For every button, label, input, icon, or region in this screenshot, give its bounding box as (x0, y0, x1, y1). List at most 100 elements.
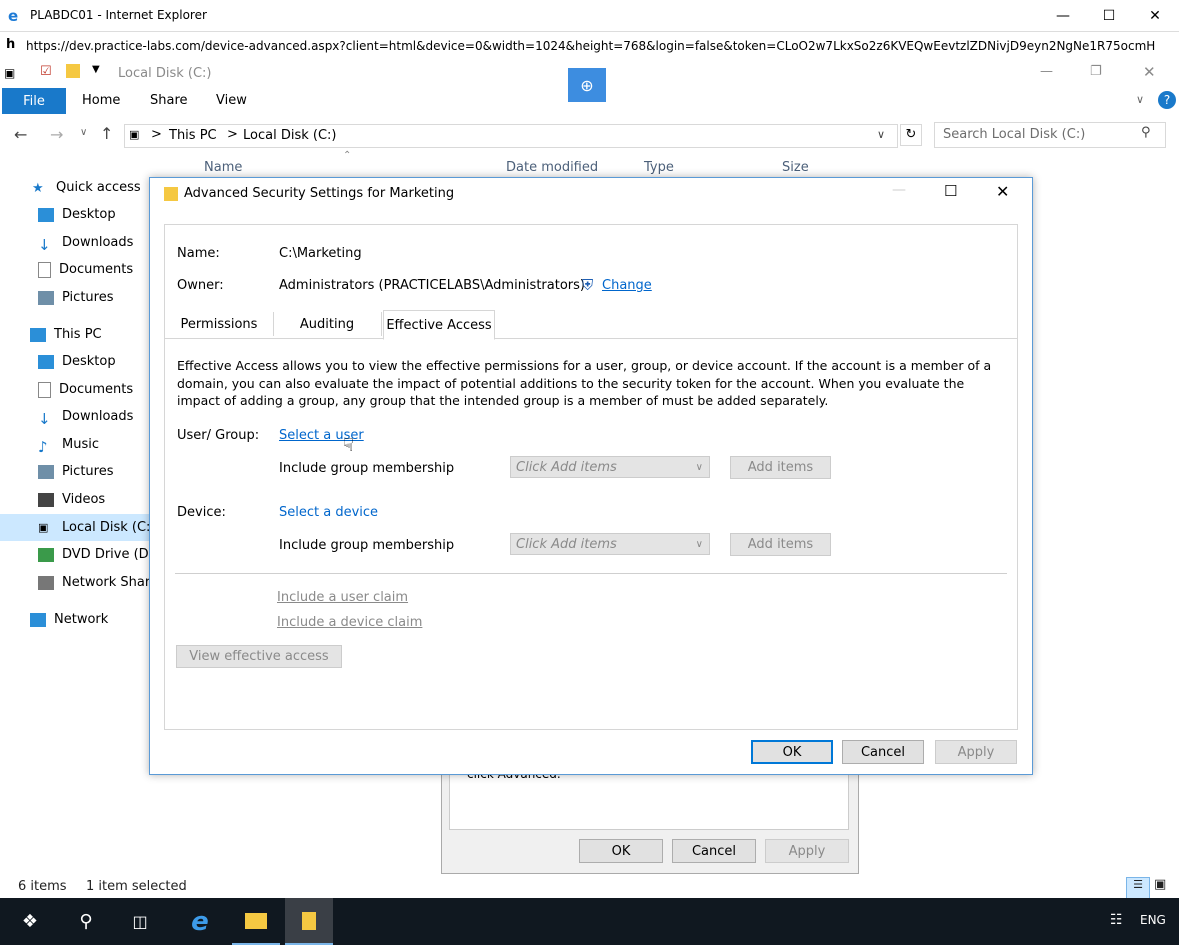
minimize-button[interactable]: — (1040, 0, 1086, 31)
properties-dialog: click Advanced. OK Cancel Apply (441, 767, 859, 874)
column-type[interactable]: Type (644, 160, 674, 175)
close-button[interactable]: ✕ (1132, 0, 1178, 31)
tab-effective-access[interactable]: Effective Access (383, 310, 495, 340)
add-items-button-1[interactable]: Add items (730, 456, 831, 479)
dialog-close-button[interactable]: ✕ (996, 182, 1009, 201)
address-bar[interactable]: h https://dev.practice-labs.com/device-a… (0, 31, 1179, 61)
group-combo-1[interactable]: Click Add items ∨ (510, 456, 710, 478)
properties-cancel-button[interactable]: Cancel (672, 839, 756, 863)
details-view-icon[interactable]: ☰ (1126, 877, 1150, 899)
large-icons-view-icon[interactable]: ▣ (1154, 877, 1166, 892)
include-user-claim-link[interactable]: Include a user claim (277, 590, 408, 605)
document-icon (38, 381, 51, 398)
add-items-button-2[interactable]: Add items (730, 533, 831, 556)
properties-icon[interactable]: ☑ (40, 64, 52, 79)
dialog-maximize-button[interactable]: ☐ (944, 182, 957, 200)
browser-titlebar: e PLABDC01 - Internet Explorer — ☐ ✕ (0, 0, 1179, 31)
music-icon: ♪ (38, 437, 48, 456)
search-icon[interactable]: ⚲ (62, 898, 110, 945)
ie-taskbar-icon[interactable]: e (176, 898, 224, 945)
include-device-claim-link[interactable]: Include a device claim (277, 615, 422, 630)
search-input[interactable]: Search Local Disk (C:) ⚲ (934, 122, 1166, 148)
windows-start-icon[interactable]: ❖ (6, 898, 54, 945)
group-combo-2[interactable]: Click Add items ∨ (510, 533, 710, 555)
include-group-label-2: Include group membership (279, 538, 455, 553)
properties-apply-button[interactable]: Apply (765, 839, 849, 863)
shield-icon: ⛨ (582, 276, 594, 294)
chevron-down-icon[interactable]: ∨ (877, 128, 885, 141)
tab-home[interactable]: Home (82, 93, 120, 108)
name-value: C:\Marketing (279, 246, 362, 261)
folder-icon[interactable] (66, 64, 80, 78)
column-date[interactable]: Date modified (506, 160, 598, 175)
device-label: Device: (177, 505, 226, 520)
drive-icon: ▣ (4, 66, 16, 80)
download-icon: ↓ (38, 235, 51, 254)
apply-button[interactable]: Apply (935, 740, 1017, 764)
refresh-icon[interactable]: ↻ (900, 124, 922, 146)
select-device-link[interactable]: Select a device (279, 505, 378, 520)
ie-logo-icon: e (8, 7, 19, 25)
file-explorer-taskbar-icon[interactable] (232, 898, 280, 945)
properties-panel: click Advanced. (449, 767, 849, 830)
hand-cursor-icon: ☟ (343, 435, 354, 456)
breadcrumb-local-disk[interactable]: Local Disk (C:) (243, 128, 336, 143)
chevron-down-icon[interactable]: ∨ (1136, 93, 1144, 106)
cancel-button[interactable]: Cancel (842, 740, 924, 764)
tab-share[interactable]: Share (150, 93, 188, 108)
forward-arrow-icon[interactable]: → (50, 125, 63, 144)
sort-up-icon: ⌃ (343, 150, 352, 161)
breadcrumb-this-pc[interactable]: This PC (169, 128, 217, 143)
download-icon: ↓ (38, 409, 51, 428)
chevron-down-icon[interactable]: ▼ (92, 64, 100, 75)
video-icon (38, 492, 54, 507)
column-size[interactable]: Size (782, 160, 809, 175)
up-arrow-icon[interactable]: ↑ (100, 124, 113, 143)
document-icon (38, 261, 51, 278)
dvd-icon (38, 547, 54, 562)
tab-auditing[interactable]: Auditing (273, 312, 382, 336)
url-text[interactable]: https://dev.practice-labs.com/device-adv… (26, 39, 1156, 53)
explorer-restore-button[interactable]: ❐ (1090, 64, 1102, 79)
dialog-minimize-button[interactable]: — (892, 182, 906, 198)
dialog-content: Name: C:\Marketing Owner: Administrators… (164, 224, 1018, 730)
ok-button[interactable]: OK (751, 740, 833, 764)
properties-ok-button[interactable]: OK (579, 839, 663, 863)
explorer-minimize-button[interactable]: — (1040, 64, 1053, 79)
status-selected: 1 item selected (86, 879, 187, 894)
drive-icon: ▣ (38, 520, 49, 534)
language-indicator[interactable]: ENG (1140, 913, 1166, 927)
chevron-down-icon[interactable]: ∨ (80, 127, 87, 138)
task-view-icon[interactable]: ◫ (116, 898, 164, 945)
ribbon: File Home Share View ∨ ? (0, 88, 1179, 114)
advanced-security-dialog: Advanced Security Settings for Marketing… (149, 177, 1033, 775)
chevron-down-icon: ∨ (695, 538, 703, 550)
column-name[interactable]: Name (204, 160, 242, 175)
view-effective-access-button[interactable]: View effective access (176, 645, 342, 668)
tab-view[interactable]: View (216, 93, 247, 108)
browser-title: PLABDC01 - Internet Explorer (30, 8, 207, 22)
tab-permissions[interactable]: Permissions (165, 312, 274, 336)
computer-icon (30, 327, 46, 342)
include-group-label-1: Include group membership (279, 461, 455, 476)
tab-file[interactable]: File (2, 88, 66, 114)
network-tray-icon[interactable]: ☷ (1110, 912, 1123, 928)
back-arrow-icon[interactable]: ← (14, 125, 27, 144)
status-item-count: 6 items (18, 879, 67, 894)
owner-label: Owner: (177, 278, 224, 293)
picture-icon (38, 290, 54, 305)
name-label: Name: (177, 246, 220, 261)
explorer-close-button[interactable]: ✕ (1143, 63, 1156, 81)
folder-taskbar-icon[interactable] (285, 898, 333, 945)
description-text: Effective Access allows you to view the … (177, 358, 992, 408)
picture-icon (38, 464, 54, 479)
help-icon[interactable]: ? (1158, 91, 1176, 109)
maximize-button[interactable]: ☐ (1086, 0, 1132, 31)
divider (175, 573, 1007, 574)
change-owner-link[interactable]: Change (602, 278, 652, 293)
status-bar: 6 items 1 item selected ☰ ▣ (0, 877, 1179, 899)
desktop-icon (38, 207, 54, 222)
breadcrumb[interactable]: ▣ > This PC > Local Disk (C:) ∨ (124, 124, 898, 148)
drive-icon: ▣ (129, 128, 140, 141)
search-icon: ⚲ (1141, 125, 1151, 140)
